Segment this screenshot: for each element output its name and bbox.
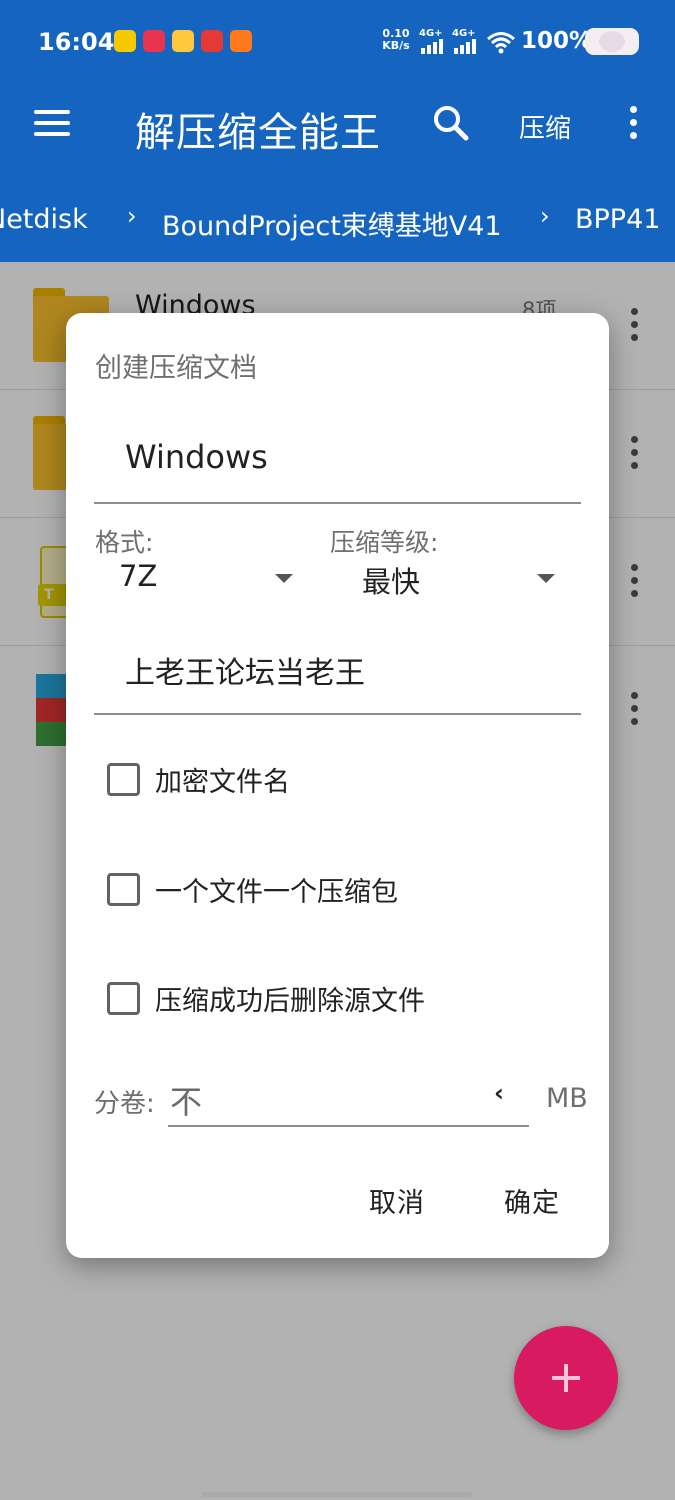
confirm-button[interactable]: 确定 — [504, 1181, 560, 1220]
notification-app-icon — [230, 30, 252, 52]
checkbox[interactable] — [107, 982, 140, 1015]
breadcrumb-item[interactable]: BPP41 — [575, 204, 660, 235]
breadcrumb: Netdisk › BoundProject束缚基地V41 › BPP41 — [0, 200, 675, 244]
signal-icon: 4G+ — [452, 28, 480, 54]
cancel-button[interactable]: 取消 — [369, 1181, 425, 1220]
notification-app-icon — [172, 30, 194, 52]
dropdown-arrow-icon — [537, 574, 555, 583]
notification-icons — [114, 30, 252, 52]
status-time: 16:04 — [38, 28, 115, 56]
level-value: 最快 — [362, 565, 421, 599]
volume-value: 不 — [170, 1083, 203, 1121]
create-archive-dialog: 创建压缩文档 Windows 格式: 压缩等级: 7Z 最快 上老王论坛当老王 … — [66, 313, 609, 1258]
notification-app-icon — [114, 30, 136, 52]
option-label: 压缩成功后删除源文件 — [155, 986, 425, 1017]
format-select[interactable]: 7Z — [106, 559, 306, 603]
dialog-title: 创建压缩文档 — [95, 353, 257, 384]
network-speed: 0.10 KB/s — [382, 27, 410, 52]
battery-icon — [585, 28, 639, 55]
signal-icon: 4G+ — [419, 28, 447, 54]
add-fab-button[interactable] — [514, 1326, 618, 1430]
search-icon[interactable] — [430, 102, 472, 144]
volume-unit: MB — [546, 1083, 588, 1114]
volume-label: 分卷: — [94, 1089, 155, 1119]
level-select[interactable]: 最快 — [356, 559, 566, 603]
option-label: 加密文件名 — [155, 767, 290, 798]
volume-size-input[interactable]: 不 ‹ — [168, 1071, 529, 1127]
menu-icon[interactable] — [34, 110, 72, 140]
chevron-right-icon: › — [127, 202, 137, 230]
breadcrumb-item[interactable]: Netdisk — [0, 204, 88, 235]
breadcrumb-item[interactable]: BoundProject束缚基地V41 — [162, 204, 502, 243]
format-value: 7Z — [119, 559, 158, 593]
chevron-right-icon: › — [540, 202, 550, 230]
password-input[interactable]: 上老王论坛当老王 — [94, 628, 581, 715]
status-bar: 16:04 0.10 KB/s 4G+ 4G+ 100% — [0, 0, 675, 82]
option-label: 一个文件一个压缩包 — [155, 877, 398, 908]
chevron-left-icon[interactable]: ‹ — [494, 1079, 504, 1107]
notification-app-icon — [143, 30, 165, 52]
more-vert-icon[interactable] — [626, 106, 640, 146]
checkbox[interactable] — [107, 763, 140, 796]
compress-button[interactable]: 压缩 — [519, 108, 571, 145]
battery-level: 100% — [521, 28, 593, 54]
checkbox[interactable] — [107, 873, 140, 906]
wifi-icon — [487, 32, 515, 54]
level-label: 压缩等级: — [330, 528, 439, 557]
password-value: 上老王论坛当老王 — [125, 656, 365, 691]
format-label: 格式: — [95, 528, 154, 557]
archive-name-input[interactable]: Windows — [94, 418, 581, 504]
notification-app-icon — [201, 30, 223, 52]
archive-name-value: Windows — [125, 438, 268, 476]
home-indicator[interactable] — [202, 1492, 472, 1497]
app-header: 16:04 0.10 KB/s 4G+ 4G+ 100% 解压缩全能王 压缩 e… — [0, 0, 675, 262]
app-title: 解压缩全能王 — [135, 110, 381, 156]
dropdown-arrow-icon — [275, 574, 293, 583]
